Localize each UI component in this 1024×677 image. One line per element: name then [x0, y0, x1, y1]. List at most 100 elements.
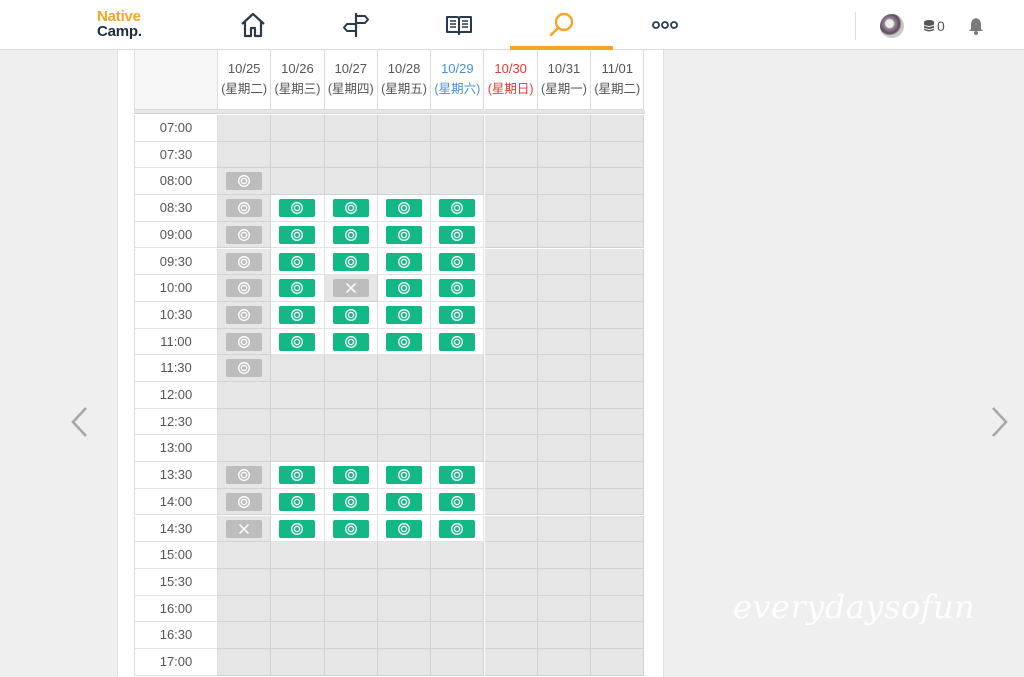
- time-slot[interactable]: [377, 275, 432, 302]
- available-slot-badge[interactable]: [385, 305, 422, 324]
- time-slot: [484, 488, 538, 516]
- available-slot-badge[interactable]: [385, 466, 422, 485]
- time-slot[interactable]: [431, 275, 485, 302]
- time-slot[interactable]: [431, 515, 485, 543]
- native-camp-logo[interactable]: Native Camp.: [97, 9, 157, 39]
- time-slot: [484, 568, 538, 596]
- home-icon[interactable]: [238, 10, 268, 40]
- time-slot[interactable]: [324, 515, 378, 543]
- time-slot[interactable]: [377, 301, 432, 329]
- available-slot-badge[interactable]: [439, 305, 476, 324]
- bell-icon[interactable]: [966, 16, 986, 36]
- book-icon[interactable]: [444, 10, 474, 40]
- available-slot-badge[interactable]: [279, 519, 316, 538]
- more-icon[interactable]: [650, 10, 680, 40]
- time-slot: [377, 568, 432, 596]
- time-slot[interactable]: [377, 462, 432, 489]
- double-circle-icon: [291, 255, 304, 268]
- time-slot[interactable]: [324, 301, 378, 329]
- time-slot[interactable]: [431, 195, 485, 222]
- time-slot[interactable]: [271, 195, 325, 222]
- time-slot: [377, 408, 432, 436]
- signpost-icon[interactable]: [341, 10, 371, 40]
- available-slot-badge[interactable]: [279, 332, 316, 351]
- time-label: 16:00: [134, 595, 218, 623]
- time-slot[interactable]: [271, 515, 325, 543]
- time-slot[interactable]: [271, 275, 325, 302]
- time-slot: [324, 649, 378, 676]
- time-slot[interactable]: [377, 221, 432, 249]
- available-slot-badge[interactable]: [332, 199, 369, 218]
- time-slot[interactable]: [377, 488, 432, 516]
- time-slot: [431, 408, 485, 436]
- time-slot[interactable]: [324, 221, 378, 249]
- available-slot-badge[interactable]: [332, 225, 369, 244]
- time-slot[interactable]: [271, 328, 325, 356]
- available-slot-badge[interactable]: [385, 199, 422, 218]
- time-slot: [591, 141, 645, 169]
- time-slot: [537, 515, 592, 543]
- prev-week-arrow[interactable]: [69, 405, 91, 439]
- time-slot[interactable]: [324, 248, 378, 276]
- time-slot[interactable]: [377, 515, 432, 543]
- available-slot-badge[interactable]: [279, 305, 316, 324]
- available-slot-badge[interactable]: [332, 305, 369, 324]
- time-slot: [218, 355, 272, 382]
- available-slot-badge[interactable]: [439, 466, 476, 485]
- available-slot-badge[interactable]: [439, 252, 476, 271]
- time-slot[interactable]: [431, 328, 485, 356]
- available-slot-badge[interactable]: [385, 279, 422, 298]
- time-slot: [218, 301, 272, 329]
- time-slot[interactable]: [271, 221, 325, 249]
- available-slot-badge[interactable]: [279, 466, 316, 485]
- available-slot-badge[interactable]: [385, 492, 422, 511]
- time-slot: [537, 248, 592, 276]
- available-slot-badge[interactable]: [332, 492, 369, 511]
- time-slot[interactable]: [431, 462, 485, 489]
- available-slot-badge[interactable]: [332, 519, 369, 538]
- time-slot[interactable]: [377, 328, 432, 356]
- available-slot-badge[interactable]: [332, 252, 369, 271]
- time-slot[interactable]: [271, 462, 325, 489]
- available-slot-badge[interactable]: [439, 492, 476, 511]
- available-slot-badge[interactable]: [439, 519, 476, 538]
- available-slot-badge[interactable]: [439, 225, 476, 244]
- time-slot: [484, 115, 538, 142]
- available-slot-badge[interactable]: [385, 252, 422, 271]
- time-slot[interactable]: [324, 488, 378, 516]
- time-slot[interactable]: [377, 195, 432, 222]
- available-slot-badge[interactable]: [439, 332, 476, 351]
- available-slot-badge[interactable]: [385, 332, 422, 351]
- time-slot[interactable]: [431, 221, 485, 249]
- available-slot-badge[interactable]: [279, 492, 316, 511]
- time-slot: [218, 221, 272, 249]
- available-slot-badge[interactable]: [279, 252, 316, 271]
- column-weekday: (星期六): [434, 82, 481, 96]
- available-slot-badge[interactable]: [332, 332, 369, 351]
- time-slot[interactable]: [431, 301, 485, 329]
- double-circle-icon: [344, 255, 357, 268]
- time-slot[interactable]: [271, 488, 325, 516]
- double-circle-icon: [344, 228, 357, 241]
- available-slot-badge[interactable]: [385, 519, 422, 538]
- next-week-arrow[interactable]: [988, 405, 1010, 439]
- available-slot-badge[interactable]: [332, 466, 369, 485]
- available-slot-badge[interactable]: [279, 199, 316, 218]
- time-slot[interactable]: [324, 462, 378, 489]
- available-slot-badge[interactable]: [279, 225, 316, 244]
- user-avatar[interactable]: [880, 14, 904, 38]
- time-slot[interactable]: [324, 195, 378, 222]
- available-slot-badge[interactable]: [385, 225, 422, 244]
- time-slot[interactable]: [377, 248, 432, 276]
- time-slot[interactable]: [431, 248, 485, 276]
- search-icon[interactable]: [547, 10, 577, 40]
- time-slot[interactable]: [431, 488, 485, 516]
- available-slot-badge[interactable]: [439, 279, 476, 298]
- time-slot[interactable]: [324, 328, 378, 356]
- time-slot[interactable]: [271, 248, 325, 276]
- time-slot[interactable]: [271, 301, 325, 329]
- time-slot: [431, 115, 485, 142]
- available-slot-badge[interactable]: [439, 199, 476, 218]
- available-slot-badge[interactable]: [279, 279, 316, 298]
- time-slot: [431, 168, 485, 196]
